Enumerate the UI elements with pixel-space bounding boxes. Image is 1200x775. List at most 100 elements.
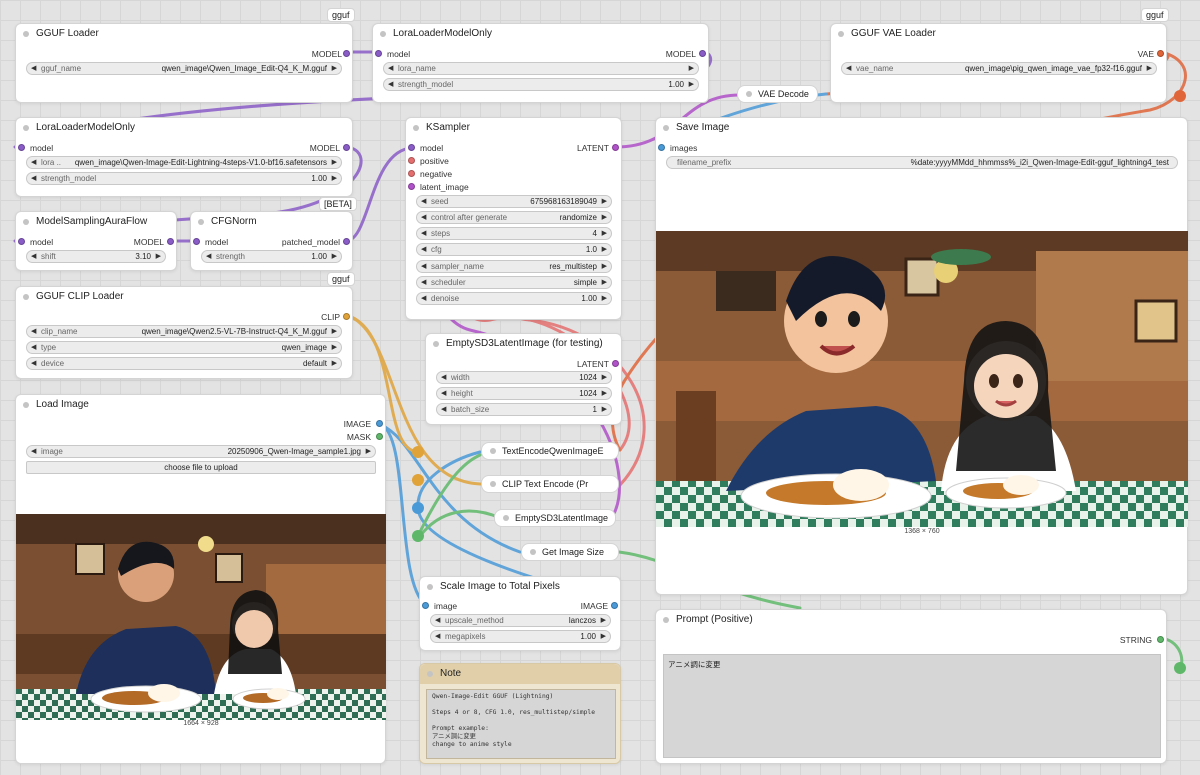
arrow-right-icon[interactable]: ▶ bbox=[332, 326, 337, 337]
arrow-left-icon[interactable]: ◀ bbox=[421, 293, 426, 304]
steps-widget[interactable]: ◀ steps 4 ▶ bbox=[416, 227, 612, 240]
arrow-left-icon[interactable]: ◀ bbox=[388, 79, 393, 90]
arrow-right-icon[interactable]: ▶ bbox=[332, 358, 337, 369]
model-input-slot[interactable] bbox=[408, 144, 415, 151]
arrow-left-icon[interactable]: ◀ bbox=[846, 63, 851, 74]
text-encode-qwen-node[interactable]: TextEncodeQwenImageE bbox=[481, 442, 619, 460]
clip-output-slot[interactable] bbox=[343, 313, 350, 320]
megapixels-widget[interactable]: ◀ megapixels 1.00 ▶ bbox=[430, 630, 611, 643]
vae-decode-node[interactable]: VAE Decode bbox=[737, 85, 818, 103]
type-widget[interactable]: ◀ type qwen_image ▶ bbox=[26, 341, 342, 354]
ksampler-node[interactable]: KSampler model positive negative latent_… bbox=[405, 117, 622, 320]
empty-sd3-latent-node[interactable]: EmptySD3LatentImage (for testing) LATENT… bbox=[425, 333, 622, 425]
arrow-right-icon[interactable]: ▶ bbox=[601, 631, 606, 642]
get-image-size-node[interactable]: Get Image Size bbox=[521, 543, 619, 561]
cfg-widget[interactable]: ◀ cfg 1.0 ▶ bbox=[416, 243, 612, 256]
seed-widget[interactable]: ◀ seed 675968163189049 ▶ bbox=[416, 195, 612, 208]
model-output-slot[interactable] bbox=[699, 50, 706, 57]
note-node[interactable]: Note Qwen-Image-Edit GGUF (Lightning) St… bbox=[419, 663, 621, 764]
image-output-slot[interactable] bbox=[376, 420, 383, 427]
choose-file-button[interactable]: choose file to upload bbox=[26, 461, 376, 474]
arrow-left-icon[interactable]: ◀ bbox=[435, 615, 440, 626]
device-widget[interactable]: ◀ device default ▶ bbox=[26, 357, 342, 370]
arrow-right-icon[interactable]: ▶ bbox=[332, 173, 337, 184]
arrow-right-icon[interactable]: ▶ bbox=[1147, 63, 1152, 74]
model-sampling-auraflow-node[interactable]: ModelSamplingAuraFlow model MODEL ◀ shift… bbox=[15, 211, 177, 271]
arrow-right-icon[interactable]: ▶ bbox=[602, 212, 607, 223]
arrow-right-icon[interactable]: ▶ bbox=[366, 446, 371, 457]
control-after-generate-widget[interactable]: ◀ control after generate randomize ▶ bbox=[416, 211, 612, 224]
arrow-left-icon[interactable]: ◀ bbox=[441, 388, 446, 399]
lora-name-widget[interactable]: ◀ lora_name ▶ bbox=[383, 62, 699, 75]
vae-name-widget[interactable]: ◀ vae_name qwen_image\pig_qwen_image_vae… bbox=[841, 62, 1157, 75]
latent-output-slot[interactable] bbox=[612, 360, 619, 367]
arrow-right-icon[interactable]: ▶ bbox=[689, 63, 694, 74]
arrow-right-icon[interactable]: ▶ bbox=[332, 63, 337, 74]
mask-output-slot[interactable] bbox=[376, 433, 383, 440]
lora-loader-left-node[interactable]: LoraLoaderModelOnly model MODEL ◀ lora .… bbox=[15, 117, 353, 197]
strength-model-widget[interactable]: ◀ strength_model 1.00 ▶ bbox=[26, 172, 342, 185]
arrow-right-icon[interactable]: ▶ bbox=[601, 615, 606, 626]
image-output-slot[interactable] bbox=[611, 602, 618, 609]
gguf-clip-loader-node[interactable]: GGUF CLIP Loader CLIP ◀ clip_name qwen_ima… bbox=[15, 286, 353, 379]
gguf-name-widget[interactable]: ◀ gguf_name qwen_image\Qwen_Image_Edit-Q… bbox=[26, 62, 342, 75]
gguf-loader-node[interactable]: GGUF Loader MODEL ◀ gguf_name qwen_image… bbox=[15, 23, 353, 103]
clip-text-encode-node[interactable]: CLIP Text Encode (Pr bbox=[481, 475, 619, 493]
arrow-left-icon[interactable]: ◀ bbox=[388, 63, 393, 74]
arrow-right-icon[interactable]: ▶ bbox=[156, 251, 161, 262]
arrow-right-icon[interactable]: ▶ bbox=[332, 342, 337, 353]
arrow-right-icon[interactable]: ▶ bbox=[602, 196, 607, 207]
note-text[interactable]: Qwen-Image-Edit GGUF (Lightning) Steps 4… bbox=[426, 689, 616, 759]
gguf-vae-loader-node[interactable]: GGUF VAE Loader VAE ◀ vae_name qwen_imag… bbox=[830, 23, 1167, 103]
prompt-positive-node[interactable]: Prompt (Positive) STRING アニメ調に変更 bbox=[655, 609, 1167, 764]
arrow-right-icon[interactable]: ▶ bbox=[602, 293, 607, 304]
latent-input-slot[interactable] bbox=[408, 183, 415, 190]
model-output-slot[interactable] bbox=[343, 50, 350, 57]
arrow-left-icon[interactable]: ◀ bbox=[421, 196, 426, 207]
empty-sd3-collapsed-node[interactable]: EmptySD3LatentImage bbox=[494, 509, 616, 527]
arrow-left-icon[interactable]: ◀ bbox=[31, 446, 36, 457]
image-input-slot[interactable] bbox=[422, 602, 429, 609]
arrow-left-icon[interactable]: ◀ bbox=[441, 372, 446, 383]
filename-prefix-widget[interactable]: filename_prefix %date:yyyyMMdd_hhmmss%_i… bbox=[666, 156, 1178, 169]
arrow-right-icon[interactable]: ▶ bbox=[602, 244, 607, 255]
arrow-left-icon[interactable]: ◀ bbox=[206, 251, 211, 262]
model-output-slot[interactable] bbox=[343, 144, 350, 151]
model-output-slot[interactable] bbox=[167, 238, 174, 245]
upscale-method-widget[interactable]: ◀ upscale_method lanczos ▶ bbox=[430, 614, 611, 627]
arrow-left-icon[interactable]: ◀ bbox=[421, 277, 426, 288]
scale-image-node[interactable]: Scale Image to Total Pixels image IMAGE … bbox=[419, 576, 621, 651]
cfgnorm-node[interactable]: CFGNorm model patched_model ◀ strength 1.0… bbox=[190, 211, 353, 271]
arrow-left-icon[interactable]: ◀ bbox=[31, 157, 36, 168]
model-input-slot[interactable] bbox=[193, 238, 200, 245]
height-widget[interactable]: ◀ height 1024 ▶ bbox=[436, 387, 612, 400]
arrow-left-icon[interactable]: ◀ bbox=[31, 173, 36, 184]
arrow-left-icon[interactable]: ◀ bbox=[435, 631, 440, 642]
strength-model-widget[interactable]: ◀ strength_model 1.00 ▶ bbox=[383, 78, 699, 91]
prompt-textarea[interactable]: アニメ調に変更 bbox=[663, 654, 1161, 758]
arrow-left-icon[interactable]: ◀ bbox=[31, 63, 36, 74]
arrow-left-icon[interactable]: ◀ bbox=[421, 261, 426, 272]
image-widget[interactable]: ◀ image 20250906_Qwen-Image_sample1.jpg ▶ bbox=[26, 445, 376, 458]
arrow-left-icon[interactable]: ◀ bbox=[31, 358, 36, 369]
string-output-slot[interactable] bbox=[1157, 636, 1164, 643]
positive-input-slot[interactable] bbox=[408, 157, 415, 164]
arrow-right-icon[interactable]: ▶ bbox=[602, 277, 607, 288]
arrow-right-icon[interactable]: ▶ bbox=[602, 261, 607, 272]
save-image-node[interactable]: Save Image images filename_prefix %date:… bbox=[655, 117, 1188, 595]
model-input-slot[interactable] bbox=[375, 50, 382, 57]
arrow-left-icon[interactable]: ◀ bbox=[421, 212, 426, 223]
sampler-name-widget[interactable]: ◀ sampler_name res_multistep ▶ bbox=[416, 260, 612, 273]
load-image-node[interactable]: Load Image IMAGE MASK ◀ image 20250906_Qwe… bbox=[15, 394, 386, 764]
arrow-left-icon[interactable]: ◀ bbox=[31, 326, 36, 337]
scheduler-widget[interactable]: ◀ scheduler simple ▶ bbox=[416, 276, 612, 289]
arrow-right-icon[interactable]: ▶ bbox=[602, 372, 607, 383]
arrow-left-icon[interactable]: ◀ bbox=[421, 228, 426, 239]
model-output-slot[interactable] bbox=[343, 238, 350, 245]
clip-name-widget[interactable]: ◀ clip_name qwen_image\Qwen2.5-VL-7B-Instr… bbox=[26, 325, 342, 338]
shift-widget[interactable]: ◀ shift 3.10 ▶ bbox=[26, 250, 166, 263]
lora-loader-top-node[interactable]: LoraLoaderModelOnly model MODEL ◀ lora_n… bbox=[372, 23, 709, 103]
latent-output-slot[interactable] bbox=[612, 144, 619, 151]
arrow-right-icon[interactable]: ▶ bbox=[602, 228, 607, 239]
arrow-right-icon[interactable]: ▶ bbox=[602, 388, 607, 399]
